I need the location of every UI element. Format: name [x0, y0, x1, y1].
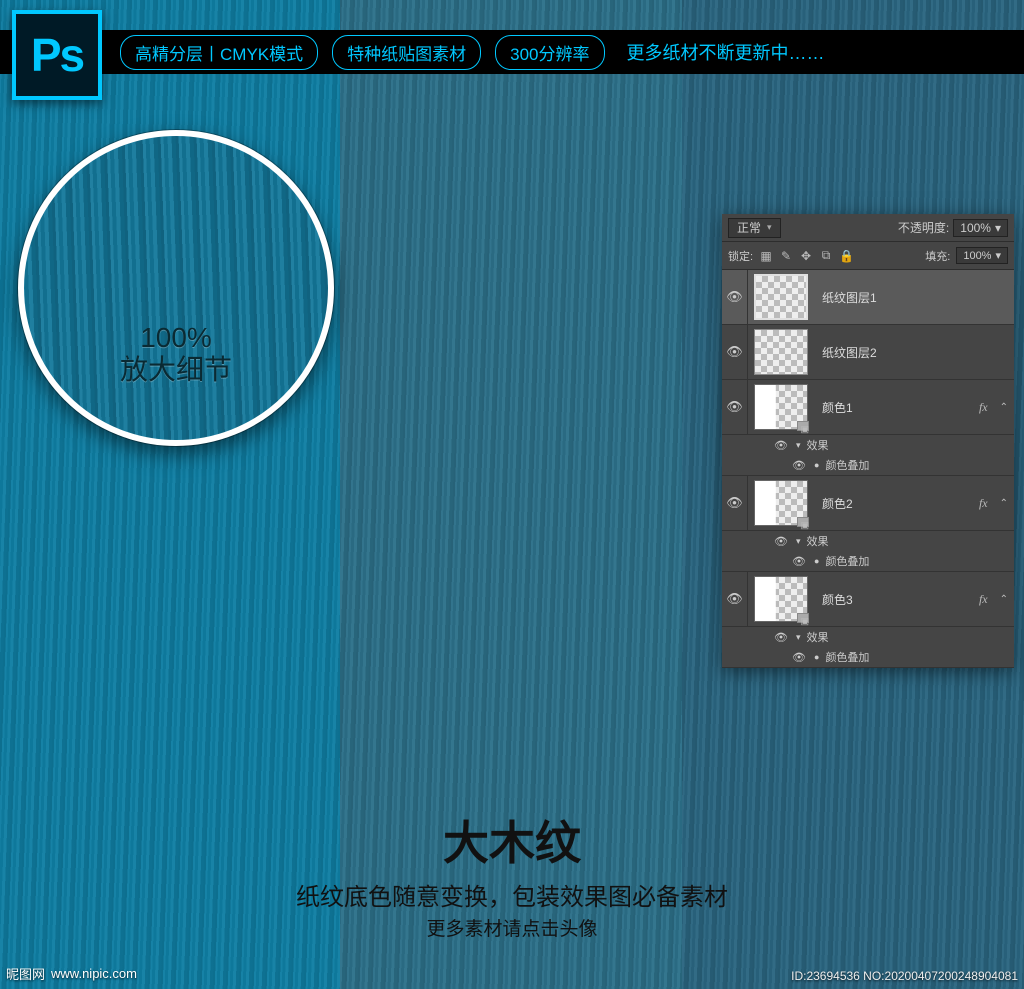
visibility-toggle-icon[interactable]: 👁	[722, 572, 748, 626]
layer-effects-group: 👁 ▾ 效果 👁 ● 颜色叠加	[722, 627, 1014, 668]
layer-item[interactable]: 👁 纸纹图层1	[722, 270, 1014, 325]
layer-name-label[interactable]: 颜色3	[814, 591, 973, 608]
title-main: 大木纹	[0, 807, 1024, 873]
effect-color-overlay-row[interactable]: 👁 ● 颜色叠加	[722, 455, 1014, 475]
effects-label: 效果	[807, 533, 829, 549]
lock-brush-icon[interactable]: ✎	[779, 249, 793, 263]
layer-thumbnail[interactable]	[754, 274, 808, 320]
bullet-icon: ●	[814, 460, 819, 470]
layer-thumbnail[interactable]: ▣	[754, 384, 808, 430]
layer-name-label[interactable]: 纸纹图层2	[814, 344, 1014, 361]
lock-move-icon[interactable]: ✥	[799, 249, 813, 263]
layer-item[interactable]: 👁▣颜色3fx⌃	[722, 572, 1014, 627]
visibility-toggle-icon[interactable]: 👁	[790, 459, 808, 472]
lock-label: 锁定:	[728, 248, 753, 264]
zoom-label: 100% 放大细节	[24, 322, 328, 386]
fx-badge-icon[interactable]: fx	[973, 400, 994, 415]
effects-label: 效果	[807, 437, 829, 453]
pill-paper-texture: 特种纸贴图素材	[332, 35, 481, 70]
layer-effects-group: 👁 ▾ 效果 👁 ● 颜色叠加	[722, 435, 1014, 476]
opacity-value: 100%	[960, 221, 991, 235]
title-subtitle: 纸纹底色随意变换，包装效果图必备素材	[0, 877, 1024, 912]
blend-mode-select[interactable]: 正常 ▾	[728, 218, 781, 238]
smart-object-icon: ▣	[800, 424, 809, 435]
smart-object-icon: ▣	[800, 616, 809, 627]
pill-layers-cmyk: 高精分层丨CMYK模式	[120, 35, 318, 70]
opacity-label: 不透明度:	[898, 219, 949, 236]
layer-name-label[interactable]: 颜色1	[814, 399, 973, 416]
collapse-effects-icon[interactable]: ⌃	[994, 594, 1014, 605]
disclosure-icon[interactable]: ▾	[796, 536, 801, 547]
photoshop-badge-text: Ps	[31, 28, 83, 82]
layer-effects-group: 👁 ▾ 效果 👁 ● 颜色叠加	[722, 531, 1014, 572]
layers-panel-blendrow: 正常 ▾ 不透明度: 100% ▾	[722, 214, 1014, 242]
blend-mode-value: 正常	[737, 219, 761, 236]
fx-badge-icon[interactable]: fx	[973, 592, 994, 607]
effect-color-overlay-row[interactable]: 👁 ● 颜色叠加	[722, 551, 1014, 571]
title-hint: 更多素材请点击头像	[0, 914, 1024, 941]
visibility-toggle-icon[interactable]: 👁	[790, 651, 808, 664]
fill-value: 100%	[963, 250, 991, 262]
pill-resolution: 300分辨率	[495, 35, 604, 70]
effect-name-label: 颜色叠加	[825, 553, 869, 569]
collapse-effects-icon[interactable]: ⌃	[994, 402, 1014, 413]
fx-badge-icon[interactable]: fx	[973, 496, 994, 511]
disclosure-icon[interactable]: ▾	[796, 440, 801, 451]
effect-color-overlay-row[interactable]: 👁 ● 颜色叠加	[722, 647, 1014, 667]
smart-object-icon: ▣	[800, 520, 809, 531]
layer-thumbnail[interactable]: ▣	[754, 576, 808, 622]
visibility-toggle-icon[interactable]: 👁	[772, 439, 790, 452]
photoshop-badge: Ps	[12, 10, 102, 100]
visibility-toggle-icon[interactable]: 👁	[772, 535, 790, 548]
footer-url: www.nipic.com	[51, 966, 137, 981]
zoom-label-caption: 放大细节	[24, 354, 328, 386]
top-tail-text: 更多纸材不断更新中……	[627, 39, 825, 65]
footer-brand: 昵图网	[6, 964, 45, 983]
visibility-toggle-icon[interactable]: 👁	[722, 270, 748, 324]
chevron-down-icon: ▾	[767, 222, 772, 233]
effects-header-row[interactable]: 👁 ▾ 效果	[722, 531, 1014, 551]
layer-item[interactable]: 👁 纸纹图层2	[722, 325, 1014, 380]
bullet-icon: ●	[814, 652, 819, 662]
chevron-down-icon: ▾	[995, 221, 1001, 235]
layer-thumbnail[interactable]: ▣	[754, 480, 808, 526]
fill-field[interactable]: 100% ▾	[956, 247, 1008, 264]
chevron-down-icon: ▾	[995, 249, 1001, 262]
layer-thumbnail[interactable]	[754, 329, 808, 375]
layer-name-label[interactable]: 纸纹图层1	[814, 289, 1014, 306]
opacity-field[interactable]: 100% ▾	[953, 219, 1008, 237]
effects-label: 效果	[807, 629, 829, 645]
disclosure-icon[interactable]: ▾	[796, 632, 801, 643]
lock-all-icon[interactable]: 🔒	[839, 249, 853, 263]
effects-header-row[interactable]: 👁 ▾ 效果	[722, 627, 1014, 647]
layers-panel: 正常 ▾ 不透明度: 100% ▾ 锁定: ▦ ✎ ✥ ⧉ 🔒 填充: 100%…	[722, 214, 1014, 668]
visibility-toggle-icon[interactable]: 👁	[722, 380, 748, 434]
bullet-icon: ●	[814, 556, 819, 566]
layers-panel-lockrow: 锁定: ▦ ✎ ✥ ⧉ 🔒 填充: 100% ▾	[722, 242, 1014, 270]
lock-artboard-icon[interactable]: ⧉	[819, 248, 833, 263]
zoom-label-percent: 100%	[24, 322, 328, 354]
effect-name-label: 颜色叠加	[825, 649, 869, 665]
layer-item[interactable]: 👁▣颜色1fx⌃	[722, 380, 1014, 435]
title-block: 大木纹 纸纹底色随意变换，包装效果图必备素材 更多素材请点击头像	[0, 807, 1024, 941]
visibility-toggle-icon[interactable]: 👁	[772, 631, 790, 644]
effects-header-row[interactable]: 👁 ▾ 效果	[722, 435, 1014, 455]
footer-watermark-left: 昵图网 www.nipic.com	[6, 964, 137, 983]
footer-watermark-right: ID:23694536 NO:20200407200248904081	[791, 969, 1018, 983]
layer-name-label[interactable]: 颜色2	[814, 495, 973, 512]
collapse-effects-icon[interactable]: ⌃	[994, 498, 1014, 509]
top-bar: 高精分层丨CMYK模式 特种纸贴图素材 300分辨率 更多纸材不断更新中……	[0, 30, 1024, 74]
visibility-toggle-icon[interactable]: 👁	[722, 325, 748, 379]
layer-item[interactable]: 👁▣颜色2fx⌃	[722, 476, 1014, 531]
effect-name-label: 颜色叠加	[825, 457, 869, 473]
zoom-detail-circle: 100% 放大细节	[18, 130, 334, 446]
visibility-toggle-icon[interactable]: 👁	[722, 476, 748, 530]
visibility-toggle-icon[interactable]: 👁	[790, 555, 808, 568]
fill-label: 填充:	[925, 248, 950, 264]
lock-transparent-icon[interactable]: ▦	[759, 249, 773, 263]
